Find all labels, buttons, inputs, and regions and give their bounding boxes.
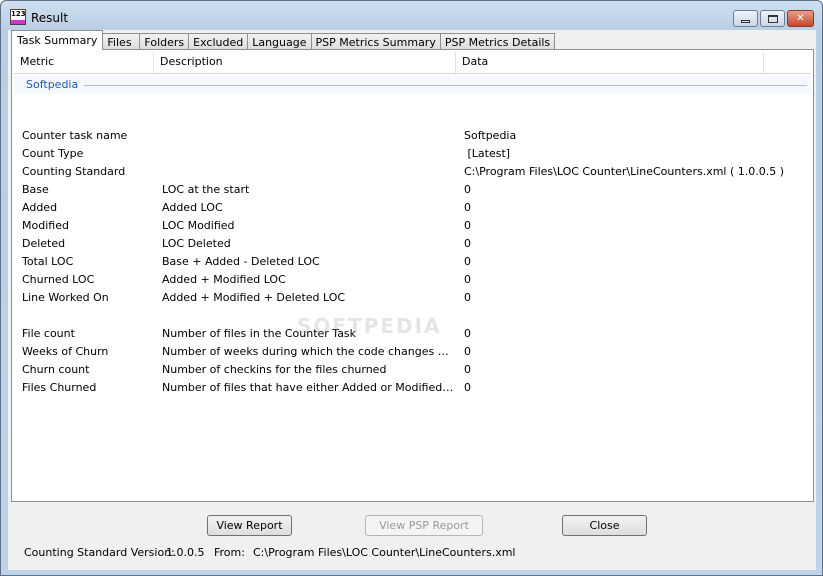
maximize-icon: [767, 14, 778, 23]
app-icon: 123: [10, 9, 26, 25]
table-row[interactable]: Modified LOC Modified 0: [12, 217, 813, 235]
close-button[interactable]: Close: [562, 515, 647, 536]
grid-header: Metric Description Data: [14, 52, 811, 74]
data-cell: 0: [464, 291, 471, 304]
standard-version-value: 1.0.0.5: [166, 546, 205, 559]
metric-cell: Line Worked On: [22, 291, 109, 304]
description-cell: Added + Modified LOC: [162, 273, 286, 286]
metric-cell: Counting Standard: [22, 165, 126, 178]
column-header-description[interactable]: Description: [154, 52, 456, 73]
view-psp-report-button[interactable]: View PSP Report: [365, 515, 483, 536]
table-row[interactable]: Base LOC at the start 0: [12, 181, 813, 199]
data-cell: 0: [464, 237, 471, 250]
table-row[interactable]: Count Type [Latest]: [12, 145, 813, 163]
data-cell: [Latest]: [464, 147, 511, 160]
tab-language[interactable]: Language: [247, 33, 312, 50]
column-header-metric[interactable]: Metric: [14, 52, 154, 73]
metric-cell: Counter task name: [22, 129, 128, 142]
maximize-button[interactable]: [760, 10, 785, 27]
data-cell: C:\Program Files\LOC Counter\LineCounter…: [464, 165, 785, 178]
from-path-value: C:\Program Files\LOC Counter\LineCounter…: [253, 546, 516, 559]
data-cell: Softpedia: [464, 129, 517, 142]
data-cell: 0: [464, 201, 471, 214]
table-row[interactable]: Files Churned Number of files that have e…: [12, 379, 813, 397]
description-cell: Number of checkins for the files churned: [162, 363, 387, 376]
metric-cell: Churn count: [22, 363, 90, 376]
data-cell: 0: [464, 273, 471, 286]
description-cell: LOC Deleted: [162, 237, 231, 250]
description-cell: Number of weeks during which the code ch…: [162, 345, 454, 358]
description-cell: Added + Modified + Deleted LOC: [162, 291, 346, 304]
window-title: Result: [31, 11, 69, 25]
table-row[interactable]: Counting Standard C:\Program Files\LOC Co…: [12, 163, 813, 181]
description-cell: Base + Added - Deleted LOC: [162, 255, 320, 268]
view-report-button[interactable]: View Report: [207, 515, 292, 536]
tab-folders[interactable]: Folders: [139, 33, 190, 50]
group-divider: [84, 85, 807, 86]
metric-cell: Count Type: [22, 147, 84, 160]
tab-excluded[interactable]: Excluded: [188, 33, 249, 50]
group-label: Softpedia: [26, 78, 79, 91]
data-cell: 0: [464, 183, 471, 196]
column-header-data[interactable]: Data: [456, 52, 764, 73]
metric-cell: Files Churned: [22, 381, 97, 394]
metric-cell: Base: [22, 183, 49, 196]
data-cell: 0: [464, 345, 471, 358]
table-row[interactable]: Churned LOC Added + Modified LOC 0: [12, 271, 813, 289]
standard-version-label: Counting Standard Version:: [24, 546, 175, 559]
tab-psp-metrics-summary[interactable]: PSP Metrics Summary: [310, 33, 441, 50]
table-row[interactable]: Counter task name Softpedia: [12, 127, 813, 145]
data-cell: 0: [464, 363, 471, 376]
metric-cell: Churned LOC: [22, 273, 95, 286]
description-cell: Added LOC: [162, 201, 223, 214]
title-bar[interactable]: 123 Result ✕: [1, 1, 822, 31]
metric-cell: File count: [22, 327, 75, 340]
data-cell: 0: [464, 255, 471, 268]
description-cell: LOC Modified: [162, 219, 235, 232]
close-window-button[interactable]: ✕: [787, 10, 814, 27]
tab-files[interactable]: Files: [102, 33, 141, 50]
metric-cell: Added: [22, 201, 58, 214]
table-row[interactable]: Weeks of Churn Number of weeks during whi…: [12, 343, 813, 361]
table-row[interactable]: Deleted LOC Deleted 0: [12, 235, 813, 253]
metric-cell: Deleted: [22, 237, 66, 250]
metric-cell: Modified: [22, 219, 69, 232]
data-cell: 0: [464, 219, 471, 232]
minimize-button[interactable]: [733, 10, 758, 27]
table-row[interactable]: Added Added LOC 0: [12, 199, 813, 217]
tab-psp-metrics-details[interactable]: PSP Metrics Details: [439, 33, 556, 50]
minimize-icon: [741, 19, 750, 23]
group-header: Softpedia: [14, 76, 811, 94]
data-cell: 0: [464, 327, 471, 340]
tab-task-summary[interactable]: Task Summary: [11, 30, 104, 50]
table-row[interactable]: Churn count Number of checkins for the fi…: [12, 361, 813, 379]
result-window: 123 Result ✕ Task Summary Files Folders …: [0, 0, 823, 576]
metric-cell: Weeks of Churn: [22, 345, 109, 358]
watermark: SOFTPEDIA: [297, 314, 442, 338]
table-row[interactable]: Line Worked On Added + Modified + Deleted…: [12, 289, 813, 307]
description-cell: Number of files that have either Added o…: [162, 381, 454, 394]
description-cell: LOC at the start: [162, 183, 250, 196]
client-area: Task Summary Files Folders Excluded Lang…: [8, 30, 816, 570]
table-row[interactable]: Total LOC Base + Added - Deleted LOC 0: [12, 253, 813, 271]
tab-strip: Task Summary Files Folders Excluded Lang…: [11, 30, 556, 50]
data-cell: 0: [464, 381, 471, 394]
close-icon: ✕: [796, 13, 805, 24]
metric-cell: Total LOC: [22, 255, 74, 268]
task-summary-panel: Metric Description Data Softpedia Counte…: [11, 49, 814, 502]
from-label: From:: [214, 546, 245, 559]
